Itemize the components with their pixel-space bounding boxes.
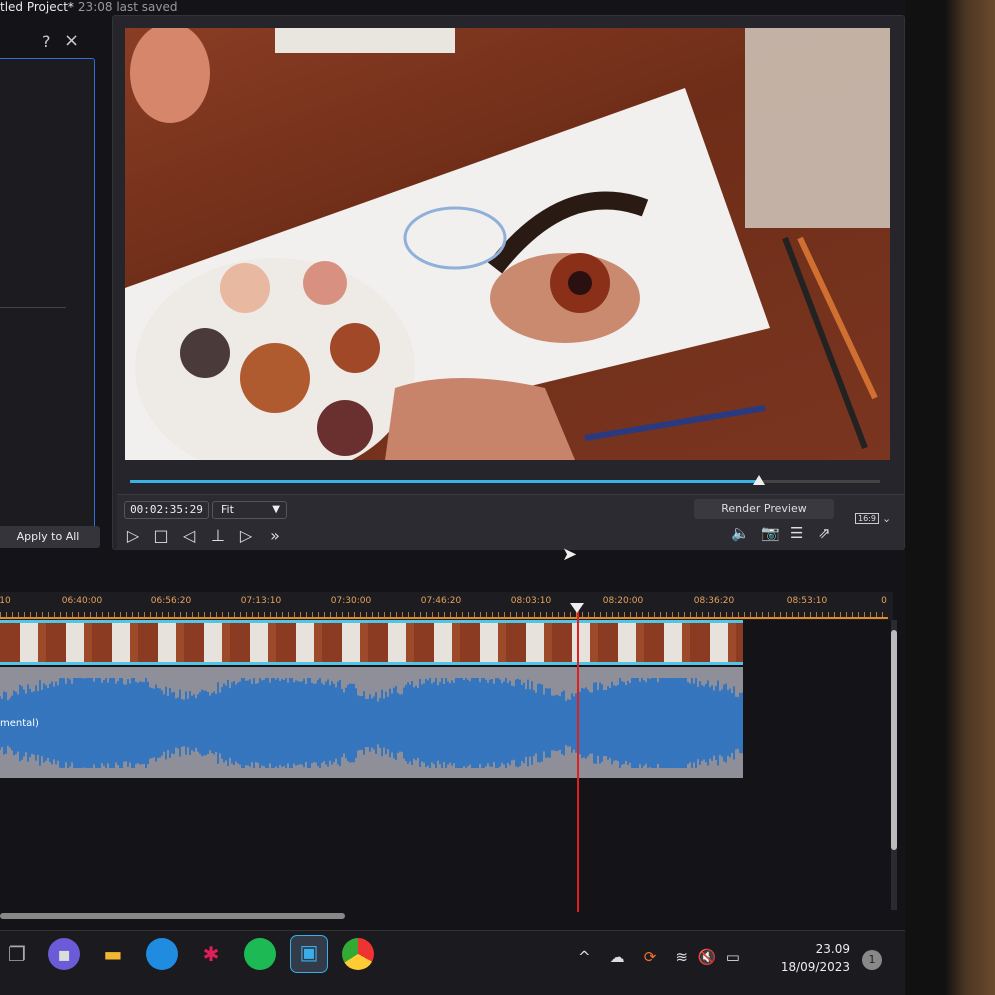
last-saved: 23:08 last saved [78, 0, 178, 14]
battery-icon[interactable]: ▭ [726, 948, 740, 966]
ruler-label: 07:30:00 [331, 596, 371, 606]
chevron-up-icon[interactable]: ^ [578, 948, 591, 966]
notification-badge[interactable]: 1 [862, 950, 882, 970]
help-icon[interactable]: ? [42, 32, 51, 51]
scrub-handle[interactable] [753, 475, 765, 485]
previous-frame-icon[interactable]: ◁ [179, 526, 199, 545]
ruler-ticks [0, 612, 888, 619]
stop-icon[interactable]: □ [151, 526, 171, 545]
chevron-down-icon[interactable]: ⌄ [882, 512, 891, 525]
ruler-label: 07:46:20 [421, 596, 461, 606]
ruler-label: 06:40:00 [62, 596, 102, 606]
file-explorer-icon[interactable]: ▬ [97, 938, 129, 970]
left-panel [0, 58, 95, 548]
window-title: tled Project* 23:08 last saved [0, 0, 177, 14]
task-view-icon[interactable]: ❐ [1, 938, 33, 970]
edge-icon[interactable] [146, 938, 178, 970]
video-clip[interactable] [0, 620, 743, 665]
wifi-icon[interactable]: ≋ [675, 948, 688, 966]
playhead[interactable] [577, 605, 579, 912]
zoom-dropdown[interactable]: Fit ▼ [212, 501, 287, 519]
zoom-value: Fit [221, 503, 234, 516]
project-name: tled Project* [0, 0, 74, 14]
volume-icon[interactable]: 🔈 [731, 524, 750, 542]
preview-progress-fill [130, 480, 758, 483]
ruler-label: 10 [0, 596, 11, 606]
dropdown-arrow-icon: ▼ [272, 502, 280, 518]
ruler-label: 07:13:10 [241, 596, 281, 606]
cloud-icon[interactable]: ☁ [610, 948, 625, 966]
video-preview [125, 28, 890, 460]
volume-muted-icon[interactable]: 🔇 [698, 948, 717, 966]
fast-forward-icon[interactable]: » [265, 526, 285, 545]
apply-to-all-button[interactable]: Apply to All [0, 526, 100, 548]
ruler-label: 06:56:20 [151, 596, 191, 606]
sync-icon[interactable]: ⟳ [644, 948, 657, 966]
play-icon[interactable]: ▷ [123, 526, 143, 545]
ruler-label: 08:03:10 [511, 596, 551, 606]
clock[interactable]: 23.09 18/09/2023 [770, 940, 850, 976]
snapshot-icon[interactable]: 📷 [761, 524, 780, 542]
teams-icon[interactable]: ▪ [48, 938, 80, 970]
waveform-path [0, 678, 742, 768]
time: 23.09 [770, 940, 850, 958]
system-tray: ^ ☁ ⟳ ≋ 🔇 ▭ [578, 948, 740, 966]
render-preview-button[interactable]: Render Preview [694, 499, 834, 519]
ruler-label: 08:36:20 [694, 596, 734, 606]
chrome-icon[interactable] [342, 938, 374, 970]
horizontal-scrollbar[interactable] [0, 913, 345, 919]
mouse-cursor-icon: ➤ [562, 544, 577, 565]
undock-icon[interactable]: ⇗ [818, 524, 831, 542]
ruler-label: 08:53:10 [787, 596, 827, 606]
mark-icon[interactable]: ⊥ [208, 526, 228, 545]
powerdirector-icon[interactable]: ▣ [290, 935, 328, 973]
slack-icon[interactable]: ✱ [195, 938, 227, 970]
next-frame-icon[interactable]: ▷ [236, 526, 256, 545]
ruler-label: 08:20:00 [603, 596, 643, 606]
background-wall [905, 0, 995, 995]
timecode-field[interactable]: 00:02:35:29 [124, 501, 209, 519]
audio-clip-label: mental) [0, 718, 39, 729]
date: 18/09/2023 [770, 958, 850, 976]
subtitle-icon[interactable]: ☰ [790, 524, 803, 542]
aspect-ratio-button[interactable]: 16:9 [855, 513, 879, 524]
playhead-handle[interactable] [570, 603, 584, 613]
spotify-icon[interactable] [244, 938, 276, 970]
ruler-label: 0 [881, 596, 887, 606]
audio-waveform [0, 678, 743, 768]
video-frame [125, 28, 890, 460]
close-icon[interactable]: × [64, 30, 79, 51]
divider [0, 307, 66, 308]
vertical-scrollbar-thumb[interactable] [891, 630, 897, 850]
